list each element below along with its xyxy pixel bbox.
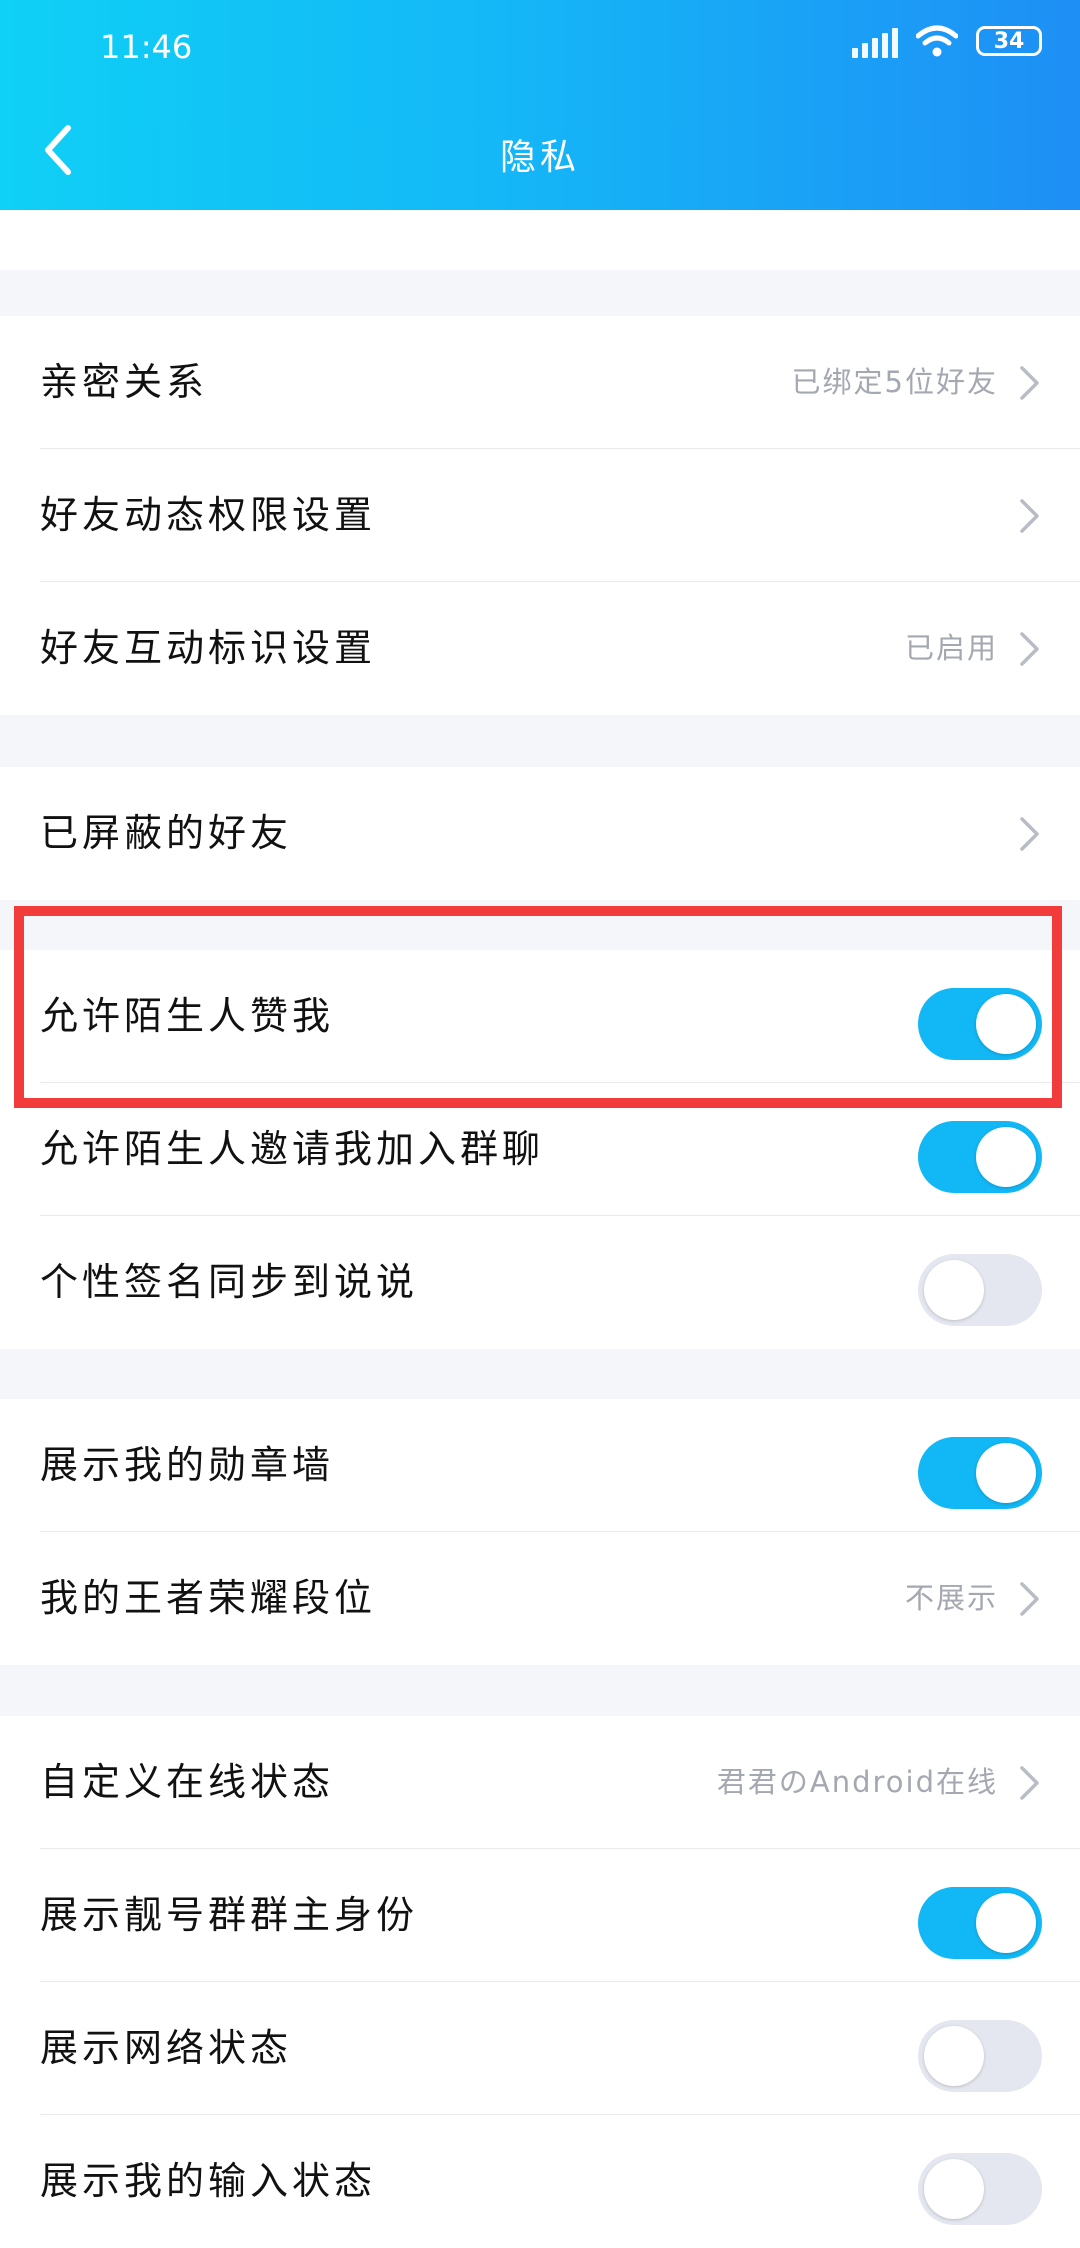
- typing-status-toggle[interactable]: [918, 2153, 1042, 2225]
- row-stranger-invite: 允许陌生人邀请我加入群聊: [0, 1083, 1080, 1216]
- row-label: 允许陌生人邀请我加入群聊: [40, 1127, 545, 1171]
- row-label: 已屏蔽的好友: [40, 811, 293, 855]
- row-label: 展示网络状态: [40, 2026, 293, 2070]
- toggle-knob: [924, 2159, 984, 2219]
- chevron-right-icon: [1020, 1582, 1039, 1616]
- chevron-right-icon: [1020, 817, 1039, 851]
- row-intimate-relationship[interactable]: 亲密关系 已绑定5位好友: [0, 316, 1080, 449]
- row-label: 自定义在线状态: [40, 1760, 335, 1804]
- toggle-knob: [976, 1443, 1036, 1503]
- row-label: 好友动态权限设置: [40, 493, 377, 537]
- battery-icon: 34: [976, 26, 1042, 56]
- chevron-right-icon: [1020, 632, 1039, 666]
- toggle-knob: [976, 1893, 1036, 1953]
- row-signature-sync: 个性签名同步到说说: [0, 1216, 1080, 1349]
- status-icons: 34: [852, 24, 1042, 58]
- row-badge-wall: 展示我的勋章墙: [0, 1399, 1080, 1532]
- page-title: 隐私: [499, 137, 580, 178]
- row-label: 展示我的输入状态: [40, 2159, 377, 2203]
- row-value: 君君のAndroid在线: [716, 1765, 998, 1799]
- row-value: 不展示: [904, 1581, 998, 1615]
- row-label: 亲密关系: [40, 360, 209, 404]
- signal-icon: [852, 24, 898, 58]
- row-online-status[interactable]: 自定义在线状态 君君のAndroid在线: [0, 1716, 1080, 1849]
- toggle-knob: [976, 994, 1036, 1054]
- row-label: 我的王者荣耀段位: [40, 1576, 377, 1620]
- row-stranger-like: 允许陌生人赞我: [0, 950, 1080, 1083]
- chevron-right-icon: [1020, 499, 1039, 533]
- toggle-knob: [924, 1260, 984, 1320]
- status-time: 11:46: [100, 28, 193, 66]
- stranger-invite-toggle[interactable]: [918, 1121, 1042, 1193]
- row-network-status: 展示网络状态: [0, 1982, 1080, 2115]
- toggle-knob: [976, 1127, 1036, 1187]
- badge-wall-toggle[interactable]: [918, 1437, 1042, 1509]
- row-interaction-mark[interactable]: 好友互动标识设置 已启用: [0, 582, 1080, 715]
- row-label: 允许陌生人赞我: [40, 994, 335, 1038]
- group-owner-toggle[interactable]: [918, 1887, 1042, 1959]
- chevron-right-icon: [1020, 366, 1039, 400]
- row-label: 好友互动标识设置: [40, 626, 377, 670]
- row-feed-permission[interactable]: 好友动态权限设置: [0, 449, 1080, 582]
- network-status-toggle[interactable]: [918, 2020, 1042, 2092]
- signature-sync-toggle[interactable]: [918, 1254, 1042, 1326]
- row-value: 已绑定5位好友: [791, 365, 998, 399]
- row-label: 展示靓号群群主身份: [40, 1893, 419, 1937]
- row-honor-rank[interactable]: 我的王者荣耀段位 不展示: [0, 1532, 1080, 1665]
- row-label: 个性签名同步到说说: [40, 1260, 419, 1304]
- app-header: 11:46 34 隐私: [0, 0, 1080, 210]
- row-typing-status: 展示我的输入状态: [0, 2115, 1080, 2248]
- row-label: 展示我的勋章墙: [40, 1443, 335, 1487]
- row-group-owner: 展示靓号群群主身份: [0, 1849, 1080, 1982]
- row-blocked-friends[interactable]: 已屏蔽的好友: [0, 767, 1080, 900]
- stranger-like-toggle[interactable]: [918, 988, 1042, 1060]
- toggle-knob: [924, 2026, 984, 2086]
- row-value: 已启用: [904, 631, 998, 665]
- wifi-icon: [916, 25, 958, 57]
- chevron-right-icon: [1020, 1766, 1039, 1800]
